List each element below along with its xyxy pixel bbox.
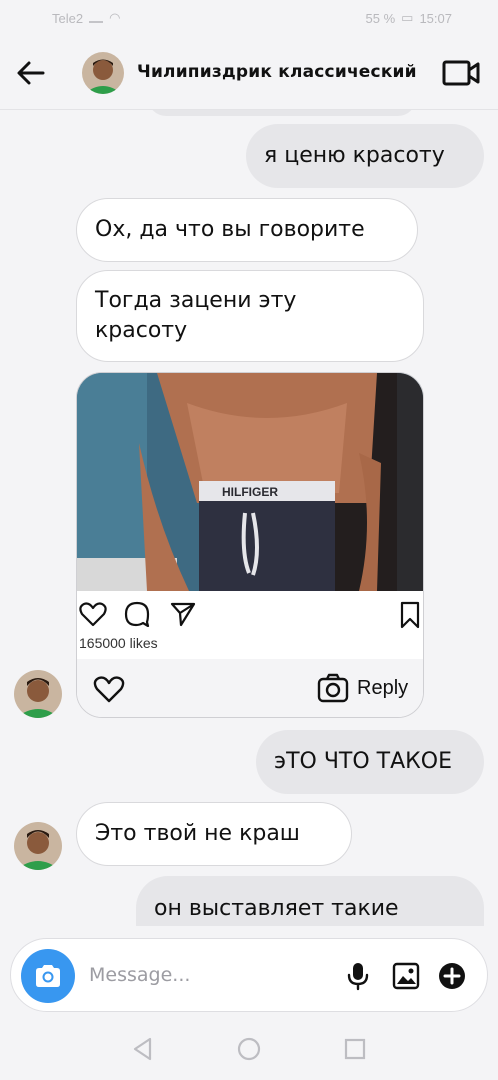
post-likes: 165000 likes	[79, 635, 158, 651]
message-bubble-outgoing[interactable]: я ценю красоту	[246, 124, 484, 188]
nav-recents-icon[interactable]	[342, 1036, 368, 1062]
message-text: он выставляет такие	[154, 896, 399, 921]
message-composer	[10, 938, 488, 1012]
reply-button[interactable]: Reply	[357, 677, 408, 700]
chat-header: Чилипиздрик классический	[0, 36, 498, 110]
gallery-icon[interactable]	[391, 961, 421, 991]
status-right: 55 % ▭ 15:07	[366, 10, 452, 26]
post-reply-bar: Reply	[77, 659, 423, 717]
shared-post[interactable]: HILFIGER 165000 likes Reply	[76, 372, 424, 718]
arrow-left-icon	[17, 61, 45, 85]
heart-icon[interactable]	[79, 601, 107, 627]
message-thread[interactable]: я ценю красоту Ох, да что вы говорите То…	[0, 110, 498, 926]
comment-icon[interactable]	[123, 601, 151, 627]
message-bubble-partial	[148, 110, 416, 116]
add-icon[interactable]	[437, 961, 467, 991]
message-text: Ох, да что вы говорите	[95, 217, 365, 242]
like-button-heart-icon[interactable]	[93, 675, 125, 703]
bookmark-icon[interactable]	[399, 601, 421, 629]
post-action-bar	[77, 599, 423, 631]
nav-back-icon[interactable]	[130, 1036, 156, 1062]
battery-label: 55 %	[365, 10, 396, 26]
message-bubble-incoming[interactable]: Тогда зацени эту красоту	[76, 270, 424, 362]
carrier-label: Tele2	[52, 10, 84, 26]
message-input[interactable]	[89, 957, 329, 993]
nav-home-icon[interactable]	[236, 1036, 262, 1062]
sender-avatar[interactable]	[14, 822, 62, 870]
camera-icon	[36, 965, 60, 987]
message-text: Это твой не краш	[95, 821, 300, 846]
video-camera-icon	[442, 60, 480, 86]
microphone-icon[interactable]	[343, 961, 373, 991]
signal-icon	[89, 13, 104, 23]
battery-icon: ▭	[401, 10, 414, 25]
contact-avatar[interactable]	[82, 52, 124, 94]
back-button[interactable]	[16, 60, 46, 86]
wifi-icon: ◠	[109, 10, 121, 25]
status-bar: Tele2 ◠ 55 % ▭ 15:07	[0, 0, 498, 36]
video-call-button[interactable]	[442, 58, 480, 88]
status-left: Tele2 ◠	[52, 10, 120, 26]
post-photo[interactable]: HILFIGER	[77, 373, 424, 591]
sender-avatar[interactable]	[14, 670, 62, 718]
system-nav-bar	[0, 1020, 498, 1080]
message-bubble-incoming[interactable]: Ох, да что вы говорите	[76, 198, 418, 262]
message-bubble-outgoing[interactable]: эТО ЧТО ТАКОЕ	[256, 730, 484, 794]
message-text: эТО ЧТО ТАКОЕ	[274, 749, 452, 774]
message-text: я ценю красоту	[264, 143, 445, 168]
post-photo-text: HILFIGER	[222, 485, 278, 499]
camera-icon[interactable]	[317, 673, 349, 703]
camera-button[interactable]	[21, 949, 75, 1003]
share-icon[interactable]	[169, 601, 197, 627]
time-label: 15:07	[419, 10, 452, 26]
message-bubble-incoming[interactable]: Это твой не краш	[76, 802, 352, 866]
message-bubble-outgoing[interactable]: он выставляет такие	[136, 876, 484, 926]
contact-name[interactable]: Чилипиздрик классический	[137, 62, 417, 82]
message-text: Тогда зацени эту красоту	[95, 288, 297, 343]
